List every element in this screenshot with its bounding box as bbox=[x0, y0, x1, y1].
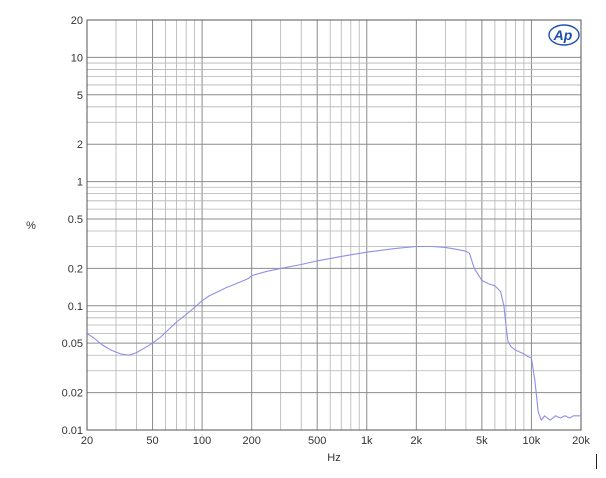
y-axis-label: % bbox=[26, 220, 36, 232]
y-tick-labels: 0.01 0.02 0.05 0.1 0.2 0.5 1 2 5 10 20 bbox=[62, 15, 83, 437]
plot-frame bbox=[86, 19, 582, 431]
x-tick-label: 100 bbox=[193, 435, 211, 447]
y-tick-label: 0.01 bbox=[62, 425, 83, 437]
y-tick-label: 0.2 bbox=[68, 263, 83, 275]
y-tick-label: 0.05 bbox=[62, 338, 83, 350]
y-tick-label: 0.5 bbox=[68, 214, 83, 226]
y-tick-label: 10 bbox=[71, 52, 83, 64]
y-tick-label: 1 bbox=[77, 177, 83, 189]
ap-logo-text: Ap bbox=[553, 27, 573, 43]
y-tick-label: 2 bbox=[77, 139, 83, 151]
y-tick-label: 0.1 bbox=[68, 301, 83, 313]
x-tick-label: 1k bbox=[361, 435, 373, 447]
y-tick-label: 20 bbox=[71, 15, 83, 27]
x-axis-label: Hz bbox=[327, 452, 340, 464]
x-tick-label: 5k bbox=[476, 435, 488, 447]
grid-lines bbox=[87, 20, 581, 430]
ap-logo: Ap bbox=[548, 24, 580, 46]
x-tick-label: 10k bbox=[523, 435, 541, 447]
y-tick-label: 5 bbox=[77, 90, 83, 102]
distortion-chart: 0.01 0.02 0.05 0.1 0.2 0.5 1 2 5 10 20 20 50 100 200 5… bbox=[26, 15, 590, 464]
x-tick-label: 20 bbox=[81, 435, 93, 447]
x-tick-label: 20k bbox=[572, 435, 590, 447]
x-tick-label: 500 bbox=[308, 435, 326, 447]
x-tick-label: 2k bbox=[411, 435, 423, 447]
text-cursor-mark bbox=[596, 454, 597, 469]
x-tick-label: 50 bbox=[146, 435, 158, 447]
x-tick-label: 200 bbox=[242, 435, 260, 447]
y-tick-label: 0.02 bbox=[62, 388, 83, 400]
x-tick-labels: 20 50 100 200 500 1k 2k 5k 10k 20k bbox=[81, 435, 590, 447]
